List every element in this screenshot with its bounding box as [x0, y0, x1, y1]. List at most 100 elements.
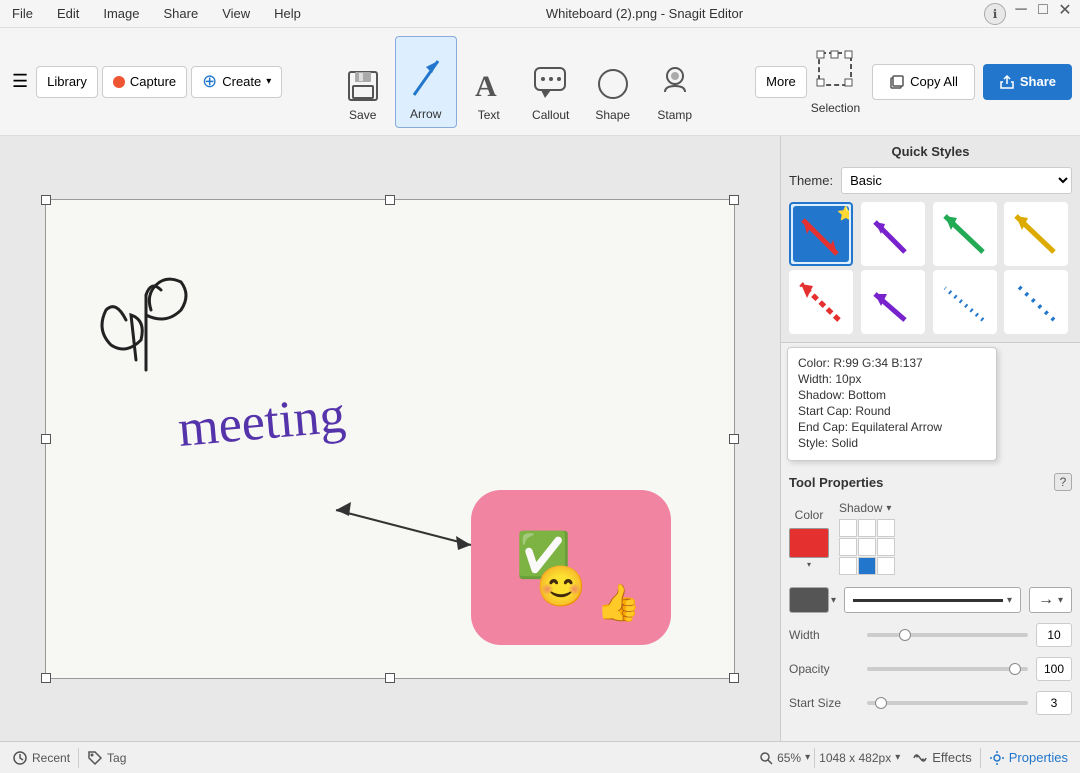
shadow-cell-br[interactable] — [877, 557, 895, 575]
canvas-dimensions: 1048 x 482px — [819, 751, 891, 765]
copy-all-button[interactable]: Copy All — [872, 64, 975, 100]
shadow-dropdown-arrow[interactable]: ▾ — [886, 503, 891, 514]
style-item-8[interactable] — [1004, 270, 1068, 334]
shadow-cell-bl[interactable] — [839, 557, 857, 575]
canvas-area[interactable]: meeting ✅ 😊 👍 — [0, 136, 780, 741]
statusbar-right: Effects Properties — [912, 748, 1068, 768]
tool-arrow[interactable]: Arrow — [395, 36, 457, 128]
opacity-value[interactable]: 100 — [1036, 657, 1072, 681]
shadow-cell-ml[interactable] — [839, 538, 857, 556]
width-slider-thumb[interactable] — [899, 629, 911, 641]
save-icon — [345, 68, 381, 104]
zoom-arrow[interactable]: ▾ — [805, 752, 810, 763]
recent-label: Recent — [32, 751, 70, 765]
color-label: Color — [795, 508, 824, 522]
window-title: Whiteboard (2).png - Snagit Editor — [321, 6, 968, 21]
create-chevron-icon: ▾ — [266, 76, 271, 87]
selection-label: Selection — [811, 101, 860, 115]
quick-styles-grid: ⭐ — [789, 202, 1072, 334]
recent-item[interactable]: Recent — [12, 750, 70, 766]
style-item-7[interactable] — [933, 270, 997, 334]
tool-save[interactable]: Save — [333, 36, 393, 128]
toolbar-right: Copy All Share — [872, 64, 1072, 100]
canvas-svg: meeting ✅ 😊 👍 — [46, 200, 734, 678]
menu-edit[interactable]: Edit — [53, 4, 83, 23]
arrow-end-icon: → — [1038, 591, 1054, 609]
tooltip-width: Width: 10px — [798, 372, 986, 386]
capture-button[interactable]: Capture — [102, 66, 187, 98]
tool-save-label: Save — [349, 108, 376, 122]
create-button[interactable]: ⊕ Create ▾ — [191, 66, 282, 98]
create-plus-icon: ⊕ — [202, 71, 217, 92]
theme-select[interactable]: Basic — [841, 167, 1072, 194]
tag-item[interactable]: Tag — [87, 750, 126, 766]
help-button[interactable]: ? — [1054, 473, 1072, 491]
share-button[interactable]: Share — [983, 64, 1072, 100]
line-style-select[interactable]: ▾ — [844, 587, 1021, 613]
line-color-button[interactable] — [789, 587, 829, 613]
width-slider[interactable] — [867, 633, 1028, 637]
tool-callout[interactable]: Callout — [521, 36, 581, 128]
tooltip-shadow: Shadow: Bottom — [798, 388, 986, 402]
more-button[interactable]: More — [755, 66, 807, 98]
close-button[interactable]: ✕ — [1058, 3, 1072, 17]
menu-file[interactable]: File — [8, 4, 37, 23]
opacity-slider-thumb[interactable] — [1009, 663, 1021, 675]
handwriting-gp — [102, 279, 186, 370]
library-button[interactable]: Library — [36, 66, 98, 98]
color-dropdown-arrow[interactable]: ▾ — [807, 560, 811, 569]
handwriting-meeting: meeting — [176, 386, 348, 457]
style-item-2[interactable] — [861, 202, 925, 266]
statusbar-divider-1 — [78, 748, 79, 768]
tag-icon — [87, 750, 103, 766]
start-size-value[interactable]: 3 — [1036, 691, 1072, 715]
shadow-cell-tm[interactable] — [858, 519, 876, 537]
shadow-cell-tr[interactable] — [877, 519, 895, 537]
start-size-slider-thumb[interactable] — [875, 697, 887, 709]
shadow-cell-tl[interactable] — [839, 519, 857, 537]
tool-shape[interactable]: Shape — [583, 36, 643, 128]
style-item-5[interactable] — [789, 270, 853, 334]
shadow-cell-mr[interactable] — [877, 538, 895, 556]
style-item-4[interactable] — [1004, 202, 1068, 266]
width-value[interactable]: 10 — [1036, 623, 1072, 647]
info-button[interactable]: ℹ — [984, 3, 1006, 25]
style-tooltip: Color: R:99 G:34 B:137 Width: 10px Shado… — [787, 347, 997, 461]
theme-row: Theme: Basic — [789, 167, 1072, 194]
tool-stamp-label: Stamp — [657, 108, 692, 122]
arrow-end-select[interactable]: → ▾ — [1029, 587, 1072, 613]
menu-image[interactable]: Image — [99, 4, 143, 23]
tool-stamp[interactable]: Stamp — [645, 36, 705, 128]
style-item-1[interactable]: ⭐ — [789, 202, 853, 266]
properties-button[interactable]: Properties — [989, 750, 1068, 766]
share-label: Share — [1020, 74, 1056, 89]
maximize-button[interactable]: □ — [1036, 3, 1050, 17]
arrow-icon — [406, 53, 446, 103]
quick-styles-title: Quick Styles — [789, 144, 1072, 159]
effects-button[interactable]: Effects — [912, 750, 972, 766]
menu-share[interactable]: Share — [160, 4, 203, 23]
hamburger-button[interactable]: ☰ — [8, 67, 32, 96]
line-color-arrow[interactable]: ▾ — [831, 595, 836, 606]
menubar: File Edit Image Share View Help Whiteboa… — [0, 0, 1080, 28]
color-swatch[interactable] — [789, 528, 829, 558]
start-size-slider[interactable] — [867, 701, 1028, 705]
style-item-3[interactable] — [933, 202, 997, 266]
width-row: Width 10 — [789, 623, 1072, 647]
zoom-value: 65% — [777, 751, 801, 765]
tool-text[interactable]: A Text — [459, 36, 519, 128]
callout-icon — [531, 64, 571, 104]
opacity-label: Opacity — [789, 662, 859, 676]
shadow-cell-center[interactable] — [858, 538, 876, 556]
opacity-slider[interactable] — [867, 667, 1028, 671]
menu-view[interactable]: View — [218, 4, 254, 23]
shadow-cell-bm[interactable] — [858, 557, 876, 575]
zoom-control[interactable]: 65% ▾ — [759, 751, 810, 765]
line-style-arrow[interactable]: ▾ — [1007, 595, 1012, 606]
dims-dropdown[interactable]: ▾ — [895, 752, 900, 763]
minimize-button[interactable]: ─ — [1014, 3, 1028, 17]
create-label: Create — [222, 74, 261, 89]
style-item-6[interactable] — [861, 270, 925, 334]
menu-help[interactable]: Help — [270, 4, 305, 23]
arrow-end-arrow[interactable]: ▾ — [1058, 595, 1063, 606]
